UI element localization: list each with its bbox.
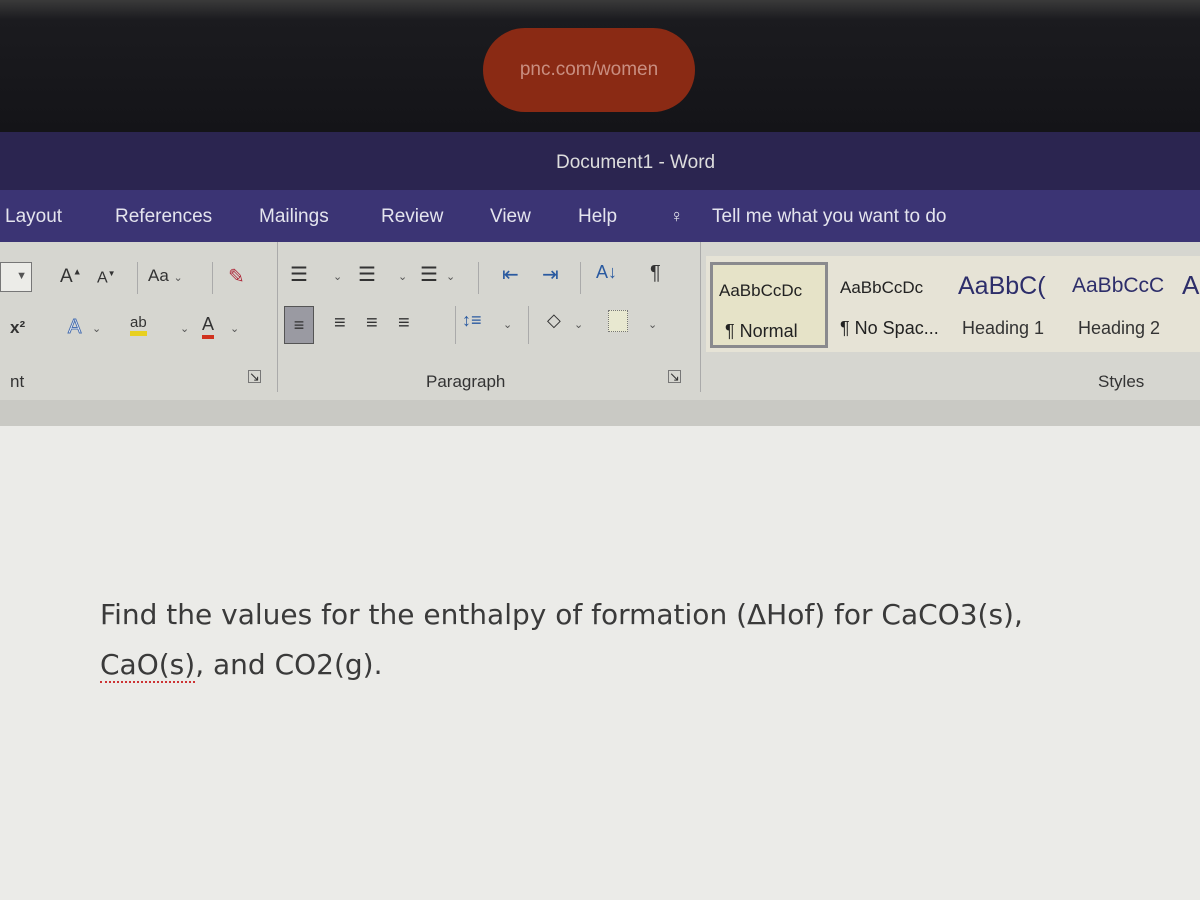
sort-icon[interactable]: A↓ — [596, 262, 617, 283]
document-line-1: Find the values for the enthalpy of form… — [100, 598, 1023, 631]
tab-review[interactable]: Review — [381, 206, 443, 228]
paragraph-group-label: Paragraph — [426, 372, 506, 391]
tab-mailings[interactable]: Mailings — [259, 206, 329, 228]
style-label: ¶ Normal — [725, 321, 798, 341]
shrink-font-icon[interactable]: A▼ — [97, 269, 116, 287]
highlight-color-icon[interactable]: ab — [130, 314, 147, 336]
style-title-preview-partial[interactable]: A — [1182, 270, 1199, 301]
styles-group-label: Styles — [1098, 372, 1145, 391]
style-label: ¶ No Spac... — [840, 318, 939, 338]
clear-formatting-icon[interactable]: ✎ — [228, 264, 245, 289]
tab-view[interactable]: View — [490, 206, 531, 228]
document-line-2: CaO(s), and CO2(g). — [100, 640, 1023, 690]
style-no-spacing[interactable]: AaBbCcDc ¶ No Spac... — [836, 262, 954, 348]
bullets-icon[interactable]: ☰ — [290, 262, 308, 287]
style-preview: AaBbCcDc — [719, 281, 803, 300]
url-notification-pill[interactable]: pnc.com/women — [483, 28, 695, 112]
line-spacing-icon[interactable]: ↕≡ — [462, 310, 482, 331]
align-right-button[interactable]: ≡ — [366, 312, 378, 335]
superscript-button[interactable]: x² — [10, 318, 25, 338]
tab-layout[interactable]: Layout — [5, 206, 62, 228]
borders-icon[interactable] — [608, 310, 628, 332]
document-line-2-rest: , and CO2(g). — [195, 648, 383, 681]
font-size-dropdown[interactable]: ▼ — [0, 262, 32, 292]
increase-indent-icon[interactable]: ⇥ — [542, 262, 559, 287]
style-label: Heading 2 — [1078, 318, 1161, 338]
window-title: Document1 - Word — [556, 152, 716, 173]
document-body-text[interactable]: Find the values for the enthalpy of form… — [100, 590, 1023, 690]
ruler-strip — [0, 400, 1200, 426]
chevron-down-icon[interactable]: ⌄ — [92, 322, 101, 335]
style-normal[interactable]: AaBbCcDc ¶ Normal — [710, 262, 828, 348]
text-effects-icon[interactable]: A — [67, 316, 81, 339]
spellcheck-word[interactable]: CaO(s) — [100, 648, 196, 683]
chevron-down-icon[interactable]: ⌄ — [230, 322, 239, 335]
decrease-indent-icon[interactable]: ⇤ — [502, 262, 519, 287]
style-heading-1[interactable]: AaBbC( Heading 1 — [956, 262, 1064, 348]
numbering-icon[interactable]: ☰ — [358, 262, 376, 287]
change-case-button[interactable]: Aa ⌄ — [148, 266, 183, 286]
grow-font-icon[interactable]: A▲ — [60, 266, 82, 288]
font-group-label: nt — [10, 372, 25, 391]
font-color-icon[interactable]: A — [202, 314, 215, 339]
show-formatting-icon[interactable]: ¶ — [650, 262, 661, 285]
screen-bezel: pnc.com/women — [0, 0, 1200, 132]
font-dialog-launcher-icon[interactable]: ↘ — [248, 370, 261, 383]
tab-help[interactable]: Help — [578, 206, 617, 228]
align-left-button[interactable]: ≡ — [284, 306, 314, 344]
style-preview: AaBbCcC — [1072, 274, 1165, 297]
style-heading-2[interactable]: AaBbCcC Heading 2 — [1070, 262, 1180, 348]
style-label: Heading 1 — [962, 318, 1045, 338]
style-preview: AaBbC( — [958, 272, 1046, 300]
justify-button[interactable]: ≡ — [398, 312, 410, 335]
url-text: pnc.com/women — [519, 59, 659, 80]
ribbon-tabs: Layout References Mailings Review View H… — [0, 190, 1200, 242]
shading-icon[interactable]: ◇ — [547, 310, 561, 331]
change-case-label: Aa — [148, 266, 169, 285]
paragraph-dialog-launcher-icon[interactable]: ↘ — [668, 370, 681, 383]
lightbulb-icon: ♀ — [670, 206, 684, 226]
align-center-button[interactable]: ≡ — [334, 312, 346, 335]
style-preview: AaBbCcDc — [840, 278, 924, 297]
chevron-down-icon[interactable]: ⌄ — [180, 322, 189, 335]
multilevel-list-icon[interactable]: ☰ — [420, 262, 438, 287]
tab-references[interactable]: References — [115, 206, 212, 228]
title-bar: Document1 - Word — [0, 132, 1200, 190]
tell-me-search[interactable]: Tell me what you want to do — [712, 206, 946, 228]
